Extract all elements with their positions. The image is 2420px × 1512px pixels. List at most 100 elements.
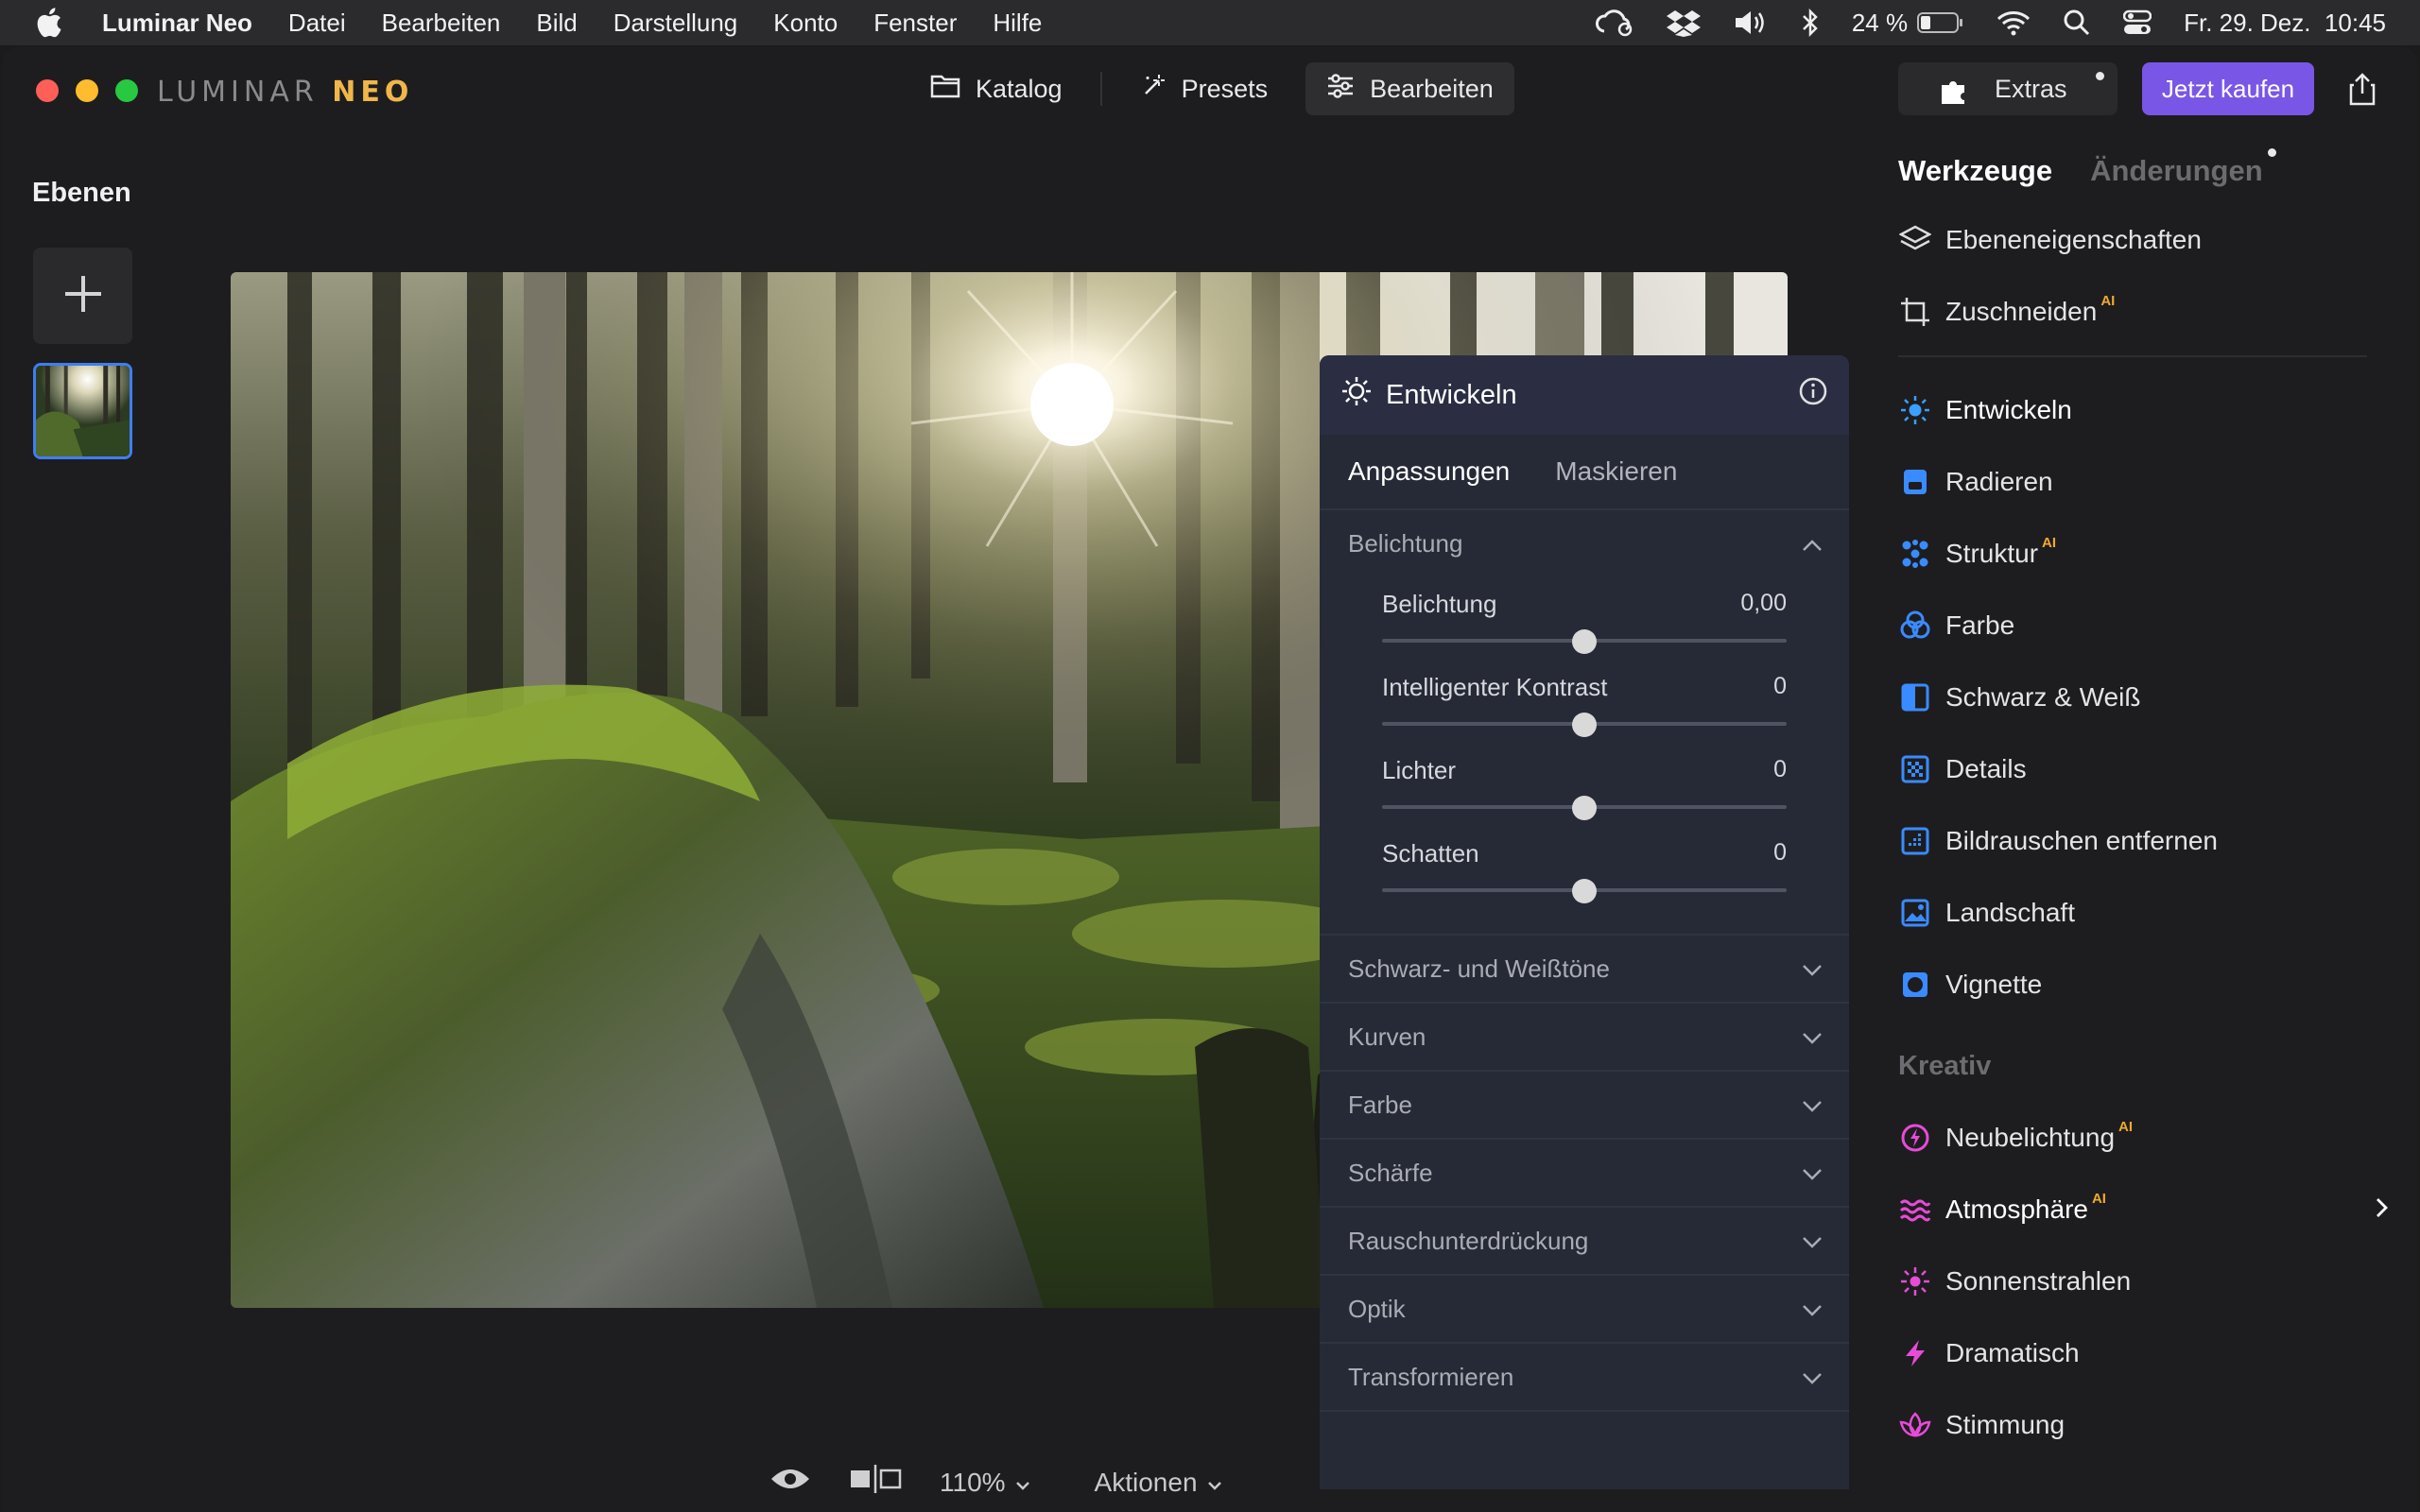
- slider-value[interactable]: 0: [1773, 673, 1787, 700]
- tool-entwickeln[interactable]: Entwickeln: [1898, 374, 2390, 446]
- tool-schwarz-weiss[interactable]: Schwarz & Weiß: [1898, 662, 2390, 733]
- section-farbe[interactable]: Farbe: [1320, 1072, 1849, 1140]
- tool-details[interactable]: Details: [1898, 733, 2390, 805]
- minimize-window-button[interactable]: [76, 79, 98, 102]
- section-transformieren[interactable]: Transformieren: [1320, 1344, 1849, 1412]
- slider-knob[interactable]: [1572, 796, 1597, 820]
- eye-icon[interactable]: [769, 1466, 811, 1499]
- add-layer-button[interactable]: [33, 248, 132, 344]
- menu-hilfe[interactable]: Hilfe: [993, 9, 1042, 38]
- tool-stimmung[interactable]: Stimmung: [1898, 1389, 2390, 1461]
- slider-value[interactable]: 0: [1773, 756, 1787, 783]
- tab-maskieren[interactable]: Maskieren: [1555, 456, 1677, 487]
- slider-knob[interactable]: [1572, 629, 1597, 654]
- menu-konto[interactable]: Konto: [773, 9, 838, 38]
- tab-werkzeuge[interactable]: Werkzeuge: [1898, 154, 2052, 188]
- tool-label: Radieren: [1945, 467, 2053, 496]
- tool-radieren[interactable]: Radieren: [1898, 446, 2390, 518]
- app-logo: LUMINAR NEO: [157, 76, 414, 109]
- slider-label: Schatten: [1382, 839, 1479, 868]
- slider-intelligenter-kontrast[interactable]: Intelligenter Kontrast 0: [1382, 660, 1787, 743]
- tool-dramatisch[interactable]: Dramatisch: [1898, 1317, 2390, 1389]
- section-belichtung-label: Belichtung: [1348, 528, 1463, 558]
- landscape-icon: [1898, 896, 1932, 930]
- tool-ebeneneigenschaften[interactable]: Ebeneneigenschaften: [1898, 204, 2390, 276]
- eraser-icon: [1898, 465, 1932, 499]
- tool-label: Stimmung: [1945, 1410, 2066, 1439]
- denoise-icon: [1898, 824, 1932, 858]
- wifi-icon[interactable]: [1996, 9, 2031, 36]
- dramatic-icon: [1898, 1336, 1932, 1370]
- tool-bildrauschen-entfernen[interactable]: Bildrauschen entfernen: [1898, 805, 2390, 877]
- tab-presets[interactable]: Presets: [1119, 62, 1289, 115]
- slider-belichtung[interactable]: Belichtung 0,00: [1382, 576, 1787, 660]
- section-kurven[interactable]: Kurven: [1320, 1004, 1849, 1072]
- actions-label: Aktionen: [1094, 1467, 1198, 1497]
- compare-icon[interactable]: [849, 1465, 902, 1500]
- tool-zuschneiden[interactable]: Zuschneiden AI: [1898, 276, 2390, 348]
- section-belichtung[interactable]: Belichtung: [1320, 510, 1849, 576]
- tab-presets-label: Presets: [1181, 74, 1269, 103]
- menu-darstellung[interactable]: Darstellung: [614, 9, 738, 38]
- group-kreativ: Kreativ: [1898, 1050, 1992, 1081]
- color-icon: [1898, 609, 1932, 643]
- tool-struktur[interactable]: Struktur AI: [1898, 518, 2390, 590]
- battery-icon[interactable]: [1917, 11, 1964, 34]
- tab-aenderungen-label: Änderungen: [2090, 154, 2263, 187]
- buy-now-button[interactable]: Jetzt kaufen: [2142, 62, 2314, 115]
- menu-app[interactable]: Luminar Neo: [102, 9, 252, 38]
- layer-thumbnail[interactable]: [33, 363, 132, 459]
- extras-button[interactable]: Extras: [1898, 62, 2118, 115]
- creative-cloud-icon[interactable]: [1595, 9, 1634, 37]
- chevron-down-icon: [1802, 1091, 1823, 1120]
- tool-neubelichtung[interactable]: Neubelichtung AI: [1898, 1102, 2390, 1174]
- section-rauschunterdrueckung[interactable]: Rauschunterdrückung: [1320, 1208, 1849, 1276]
- info-icon[interactable]: [1798, 376, 1828, 414]
- tool-label: Farbe: [1945, 610, 2015, 640]
- clock[interactable]: Fr. 29. Dez. 10:45: [2184, 9, 2386, 38]
- menu-bearbeiten[interactable]: Bearbeiten: [382, 9, 501, 38]
- dropbox-icon[interactable]: [1666, 9, 1701, 37]
- slider-knob[interactable]: [1572, 879, 1597, 903]
- chevron-right-icon: [2375, 1194, 2388, 1225]
- actions-dropdown[interactable]: Aktionen: [1095, 1468, 1222, 1498]
- bluetooth-icon[interactable]: [1801, 9, 1820, 37]
- close-window-button[interactable]: [36, 79, 59, 102]
- sun-icon: [1898, 393, 1932, 427]
- tool-landschaft[interactable]: Landschaft: [1898, 877, 2390, 949]
- zoom-dropdown[interactable]: 110%: [940, 1468, 1030, 1498]
- volume-icon[interactable]: [1733, 9, 1769, 37]
- section-schwarz-weisstoene[interactable]: Schwarz- und Weißtöne: [1320, 936, 1849, 1004]
- slider-label: Lichter: [1382, 756, 1457, 784]
- slider-lichter[interactable]: Lichter 0: [1382, 743, 1787, 826]
- slider-schatten[interactable]: Schatten 0: [1382, 826, 1787, 909]
- sunrays-icon: [1898, 1264, 1932, 1298]
- section-schaerfe[interactable]: Schärfe: [1320, 1140, 1849, 1208]
- share-icon[interactable]: [2346, 72, 2380, 106]
- slider-value[interactable]: 0: [1773, 839, 1787, 867]
- battery-percent: 24 %: [1851, 8, 1909, 37]
- relight-icon: [1898, 1121, 1932, 1155]
- menu-bild[interactable]: Bild: [536, 9, 577, 38]
- title-bar: LUMINAR NEO Katalog Presets Bearbeiten E…: [2, 47, 2418, 134]
- tab-bearbeiten[interactable]: Bearbeiten: [1305, 62, 1514, 115]
- section-optik[interactable]: Optik: [1320, 1276, 1849, 1344]
- tab-aenderungen[interactable]: Änderungen: [2090, 148, 2276, 188]
- tool-sonnenstrahlen[interactable]: Sonnenstrahlen: [1898, 1246, 2390, 1317]
- tool-vignette[interactable]: Vignette: [1898, 949, 2390, 1021]
- control-center-icon[interactable]: [2123, 9, 2152, 37]
- section-label: Transformieren: [1348, 1362, 1514, 1391]
- zoom-window-button[interactable]: [115, 79, 138, 102]
- spotlight-search-icon[interactable]: [2063, 9, 2091, 37]
- tab-katalog[interactable]: Katalog: [909, 62, 1083, 115]
- apple-icon[interactable]: [34, 7, 66, 39]
- menu-fenster[interactable]: Fenster: [873, 9, 957, 38]
- chevron-up-icon: [1802, 529, 1823, 558]
- menu-datei[interactable]: Datei: [288, 9, 346, 38]
- slider-knob[interactable]: [1572, 713, 1597, 737]
- slider-value[interactable]: 0,00: [1740, 590, 1787, 617]
- tool-farbe[interactable]: Farbe: [1898, 590, 2390, 662]
- tab-anpassungen[interactable]: Anpassungen: [1348, 456, 1510, 487]
- details-icon: [1898, 752, 1932, 786]
- tool-atmosphaere[interactable]: Atmosphäre AI: [1898, 1174, 2390, 1246]
